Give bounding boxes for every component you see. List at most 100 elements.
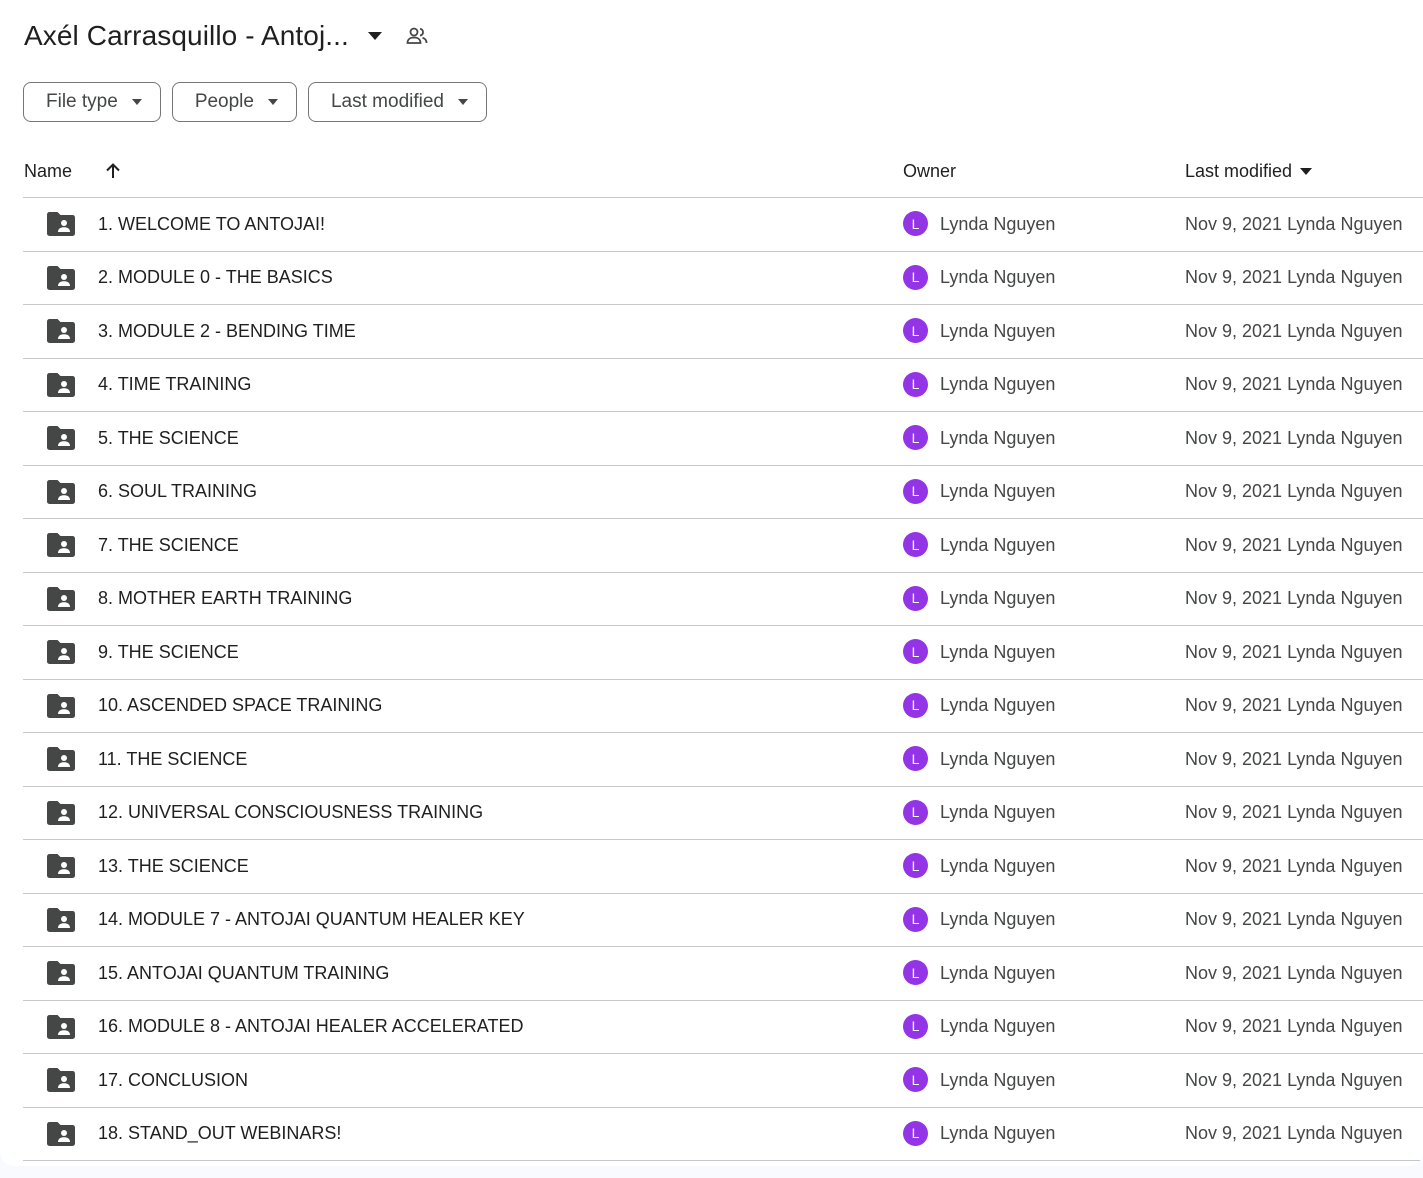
- table-row[interactable]: 19. WEBINAR LIBRARY L Lynda Nguyen Nov 9…: [23, 1161, 1423, 1166]
- shared-folder-icon: [47, 319, 75, 343]
- last-modified-value: Nov 9, 2021 Lynda Nguyen: [1185, 1123, 1403, 1143]
- table-row[interactable]: 12. UNIVERSAL CONSCIOUSNESS TRAINING L L…: [23, 787, 1423, 840]
- owner-name: Lynda Nguyen: [940, 1069, 1056, 1090]
- owner-avatar: L: [903, 318, 928, 343]
- chip-label: File type: [46, 91, 118, 112]
- owner-avatar: L: [903, 692, 928, 718]
- table-row[interactable]: 6. SOUL TRAINING L Lynda Nguyen Nov 9, 2…: [23, 466, 1423, 519]
- owner-avatar: L: [903, 960, 928, 985]
- file-name: 13. THE SCIENCE: [98, 855, 249, 876]
- file-name: 6. SOUL TRAINING: [98, 481, 258, 501]
- last-modified-value: Nov 9, 2021 Lynda Nguyen: [1185, 909, 1403, 929]
- file-name: 15. ANTOJAI QUANTUM TRAINING: [98, 962, 390, 983]
- table-row[interactable]: 8. MOTHER EARTH TRAINING L Lynda Nguyen …: [23, 573, 1423, 626]
- shared-folder-icon: [47, 372, 75, 397]
- last-modified-value: Nov 9, 2021 Lynda Nguyen: [1185, 374, 1403, 394]
- file-name: 12. UNIVERSAL CONSCIOUSNESS TRAINING: [98, 802, 484, 822]
- file-name: 9. THE SCIENCE: [98, 641, 239, 662]
- table-row[interactable]: 1. WELCOME TO ANTOJAI! L Lynda Nguyen No…: [23, 198, 1423, 252]
- last-modified-column-header[interactable]: Last modified: [1185, 145, 1313, 197]
- last-modified-value: Nov 9, 2021 Lynda Nguyen: [1185, 695, 1403, 715]
- last-modified-value: Nov 9, 2021 Lynda Nguyen: [1185, 267, 1403, 287]
- table-row[interactable]: 15. ANTOJAI QUANTUM TRAINING L Lynda Ngu…: [23, 947, 1423, 1001]
- table-row[interactable]: 2. MODULE 0 - THE BASICS L Lynda Nguyen …: [23, 252, 1423, 305]
- owner-avatar: L: [903, 1067, 928, 1092]
- caret-down-icon: [131, 99, 142, 105]
- owner-avatar: L: [903, 532, 928, 557]
- caret-down-icon: [367, 32, 382, 40]
- owner-avatar: L: [903, 371, 928, 397]
- arrow-up-icon: [106, 163, 120, 178]
- chip-label: People: [194, 91, 254, 112]
- shared-folder-icon: [47, 426, 75, 450]
- sort-direction-button[interactable]: [101, 145, 125, 197]
- table-row[interactable]: 18. STAND_OUT WEBINARS! L Lynda Nguyen N…: [23, 1108, 1423, 1161]
- owner-avatar: L: [903, 585, 928, 611]
- file-type-filter[interactable]: File type: [23, 82, 161, 122]
- table-row[interactable]: 17. CONCLUSION L Lynda Nguyen Nov 9, 202…: [23, 1054, 1423, 1108]
- owner-avatar: L: [903, 425, 928, 450]
- owner-column-header: Owner: [903, 160, 957, 181]
- last-modified-value: Nov 9, 2021 Lynda Nguyen: [1185, 1161, 1403, 1166]
- caret-down-icon: [267, 99, 278, 105]
- owner-avatar: L: [903, 1013, 928, 1039]
- owner-name: Lynda Nguyen: [940, 213, 1056, 234]
- owner-name: Lynda Nguyen: [940, 748, 1056, 769]
- shared-folder-icon: [47, 533, 75, 557]
- caret-down-icon: [1300, 167, 1313, 175]
- table-row[interactable]: 4. TIME TRAINING L Lynda Nguyen Nov 9, 2…: [23, 359, 1423, 412]
- shared-folder-icon: [47, 1068, 75, 1092]
- shared-folder-icon: [47, 265, 75, 290]
- table-row[interactable]: 16. MODULE 8 - ANTOJAI HEALER ACCELERATE…: [23, 1001, 1423, 1054]
- file-name: 7. THE SCIENCE: [98, 534, 239, 555]
- owner-name: Lynda Nguyen: [940, 695, 1056, 715]
- shared-folder-icon: [47, 693, 75, 718]
- last-modified-value: Nov 9, 2021 Lynda Nguyen: [1185, 213, 1403, 234]
- shared-folder-icon: [47, 800, 75, 825]
- table-row[interactable]: 3. MODULE 2 - BENDING TIME L Lynda Nguye…: [23, 305, 1423, 359]
- owner-name: Lynda Nguyen: [940, 481, 1056, 501]
- last-modified-header-label: Last modified: [1185, 160, 1293, 181]
- table-row[interactable]: 14. MODULE 7 - ANTOJAI QUANTUM HEALER KE…: [23, 894, 1423, 947]
- owner-name: Lynda Nguyen: [940, 267, 1056, 287]
- name-column-header[interactable]: Name: [24, 145, 72, 197]
- table-row[interactable]: 13. THE SCIENCE L Lynda Nguyen Nov 9, 20…: [23, 840, 1423, 894]
- file-name: 1. WELCOME TO ANTOJAI!: [98, 213, 326, 234]
- file-name: 10. ASCENDED SPACE TRAINING: [98, 695, 383, 715]
- file-name: 17. CONCLUSION: [98, 1069, 249, 1090]
- owner-name: Lynda Nguyen: [940, 588, 1056, 608]
- table-row[interactable]: 5. THE SCIENCE L Lynda Nguyen Nov 9, 202…: [23, 412, 1423, 466]
- last-modified-value: Nov 9, 2021 Lynda Nguyen: [1185, 534, 1403, 555]
- folder-title: Axél Carrasquillo - Antoj...: [24, 20, 349, 51]
- people-filter[interactable]: People: [171, 82, 297, 122]
- shared-folder-icon: [47, 586, 75, 611]
- table-row[interactable]: 9. THE SCIENCE L Lynda Nguyen Nov 9, 202…: [23, 626, 1423, 680]
- last-modified-value: Nov 9, 2021 Lynda Nguyen: [1185, 588, 1403, 608]
- owner-avatar: L: [903, 853, 928, 878]
- last-modified-value: Nov 9, 2021 Lynda Nguyen: [1185, 320, 1403, 341]
- owner-avatar: L: [903, 478, 928, 504]
- folder-actions-button[interactable]: [357, 18, 393, 54]
- file-list: 1. WELCOME TO ANTOJAI! L Lynda Nguyen No…: [23, 198, 1423, 1166]
- last-modified-value: Nov 9, 2021 Lynda Nguyen: [1185, 481, 1403, 501]
- column-headers: Name Owner Last modified: [23, 145, 1423, 198]
- shared-folder-icon: [47, 1014, 75, 1039]
- shared-folder-icon: [47, 747, 75, 771]
- shared-with-button[interactable]: [399, 18, 435, 54]
- owner-name: Lynda Nguyen: [940, 855, 1056, 876]
- table-row[interactable]: 7. THE SCIENCE L Lynda Nguyen Nov 9, 202…: [23, 519, 1423, 573]
- shared-folder-icon: [47, 212, 75, 236]
- table-row[interactable]: 11. THE SCIENCE L Lynda Nguyen Nov 9, 20…: [23, 733, 1423, 787]
- owner-avatar: L: [903, 1120, 928, 1146]
- chip-label: Last modified: [330, 91, 444, 112]
- shared-folder-icon: [47, 907, 75, 932]
- owner-name: Lynda Nguyen: [940, 1161, 1055, 1166]
- owner-name: Lynda Nguyen: [940, 534, 1056, 555]
- owner-name: Lynda Nguyen: [940, 802, 1056, 822]
- last-modified-value: Nov 9, 2021 Lynda Nguyen: [1185, 802, 1403, 822]
- file-name: 8. MOTHER EARTH TRAINING: [98, 588, 353, 608]
- last-modified-filter[interactable]: Last modified: [307, 82, 487, 122]
- table-row[interactable]: 10. ASCENDED SPACE TRAINING L Lynda Nguy…: [23, 680, 1423, 733]
- file-name: 16. MODULE 8 - ANTOJAI HEALER ACCELERATE…: [98, 1016, 524, 1036]
- folder-header: Axél Carrasquillo - Antoj...: [24, 14, 435, 58]
